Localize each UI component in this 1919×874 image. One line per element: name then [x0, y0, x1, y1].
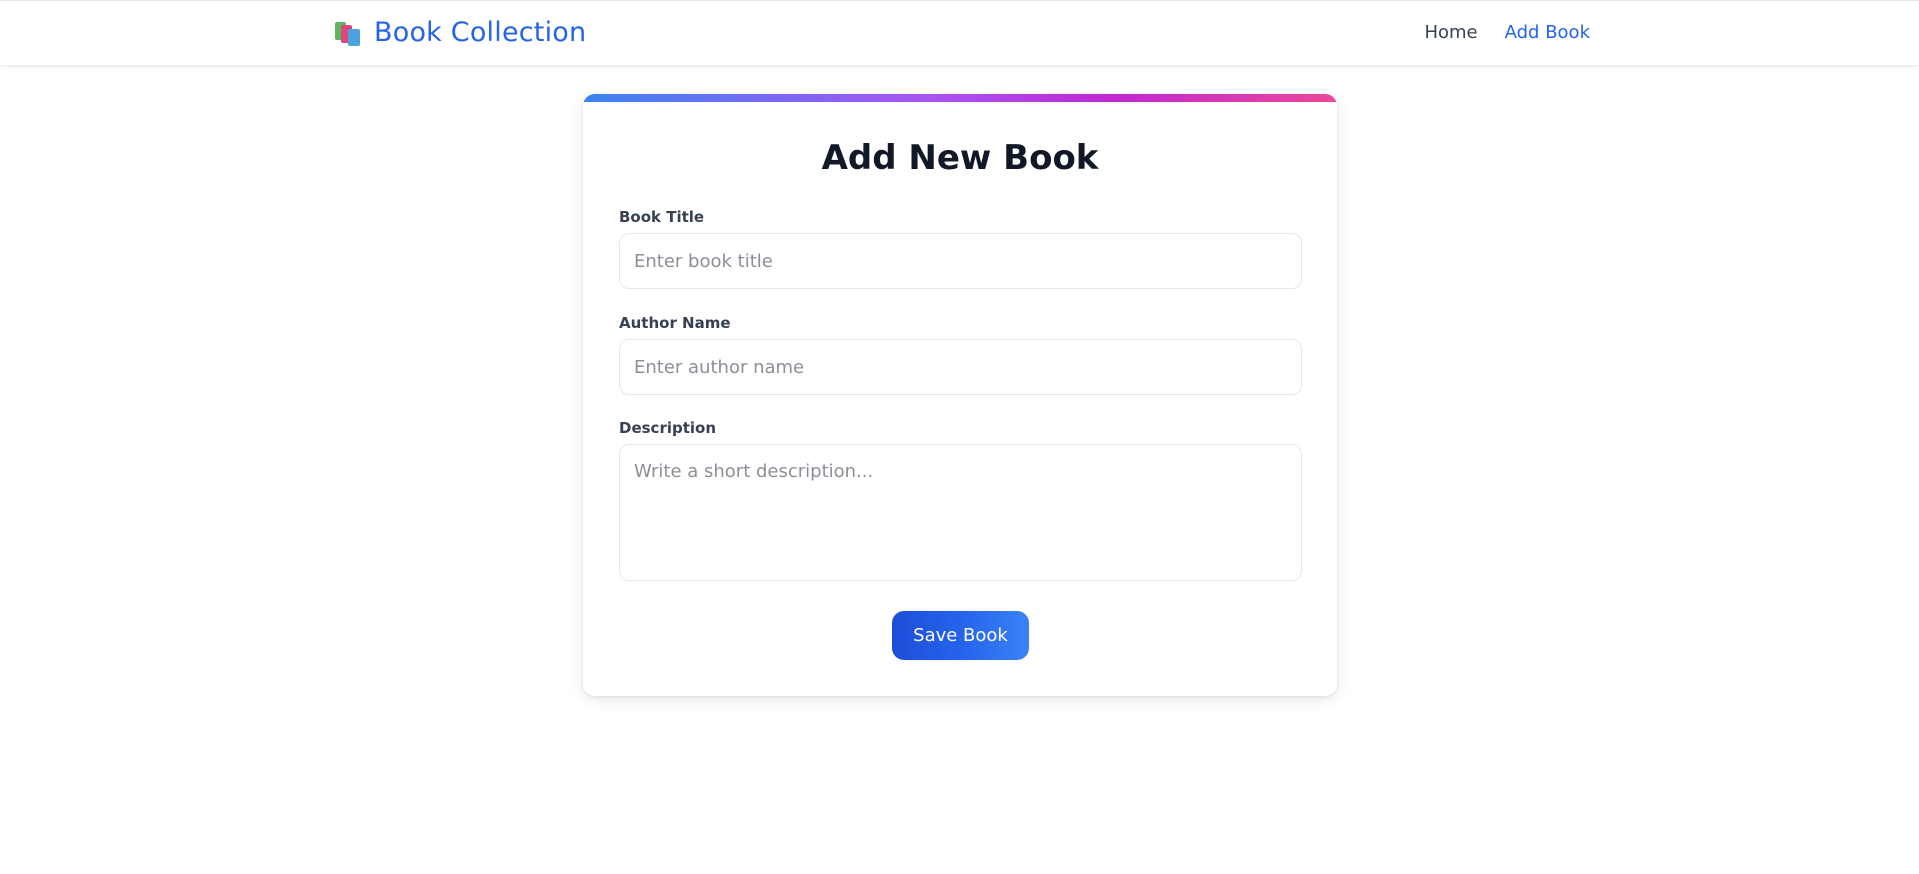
- card-accent-bar: [583, 94, 1337, 102]
- nav-links: Home Add Book: [1424, 22, 1590, 43]
- description-textarea[interactable]: [619, 444, 1302, 581]
- book-title-label: Book Title: [619, 208, 705, 226]
- author-name-label: Author Name: [619, 314, 731, 332]
- add-book-card: Add New Book Book Title Author Name Desc…: [583, 94, 1337, 696]
- description-label: Description: [619, 419, 717, 437]
- nav-link-add-book[interactable]: Add Book: [1505, 22, 1590, 43]
- page-title: Add New Book: [821, 138, 1099, 178]
- book-title-input[interactable]: [619, 233, 1302, 289]
- top-navbar: Book Collection Home Add Book: [0, 0, 1919, 65]
- save-book-button[interactable]: Save Book: [892, 611, 1029, 660]
- author-name-input[interactable]: [619, 339, 1302, 395]
- books-icon: [334, 18, 364, 48]
- brand-title: Book Collection: [374, 17, 587, 48]
- nav-link-home[interactable]: Home: [1424, 22, 1477, 43]
- brand-link[interactable]: Book Collection: [334, 17, 586, 48]
